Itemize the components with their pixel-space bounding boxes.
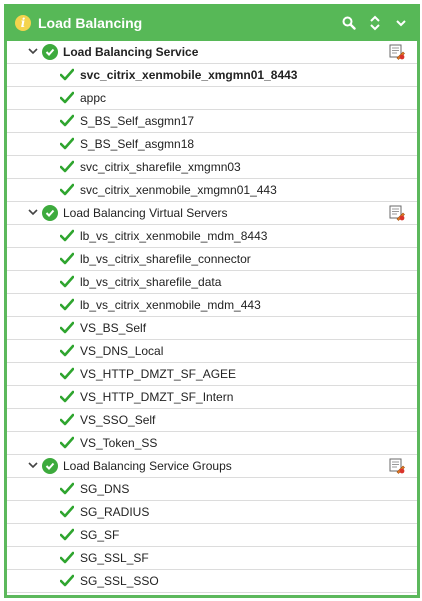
group-row[interactable]: Load Balancing Service Groups	[7, 455, 417, 478]
checkmark-icon	[59, 137, 75, 151]
list-item-label: SG_SF	[80, 528, 120, 542]
list-item[interactable]: VS_BS_Self	[7, 317, 417, 340]
list-item-label: S_BS_Self_asgmn18	[80, 137, 195, 151]
checkmark-icon	[59, 252, 75, 266]
list-item-label: VS_BS_Self	[80, 321, 147, 335]
group-label: Load Balancing Service Groups	[63, 459, 232, 473]
list-item[interactable]: lb_vs_citrix_xenmobile_mdm_443	[7, 294, 417, 317]
list-item-label: SG_SSL_SF	[80, 551, 149, 565]
list-item[interactable]: SG_DNS	[7, 478, 417, 501]
group-label: Load Balancing Virtual Servers	[63, 206, 228, 220]
list-item[interactable]: SG_RADIUS	[7, 501, 417, 524]
list-item-label: lb_vs_citrix_xenmobile_mdm_443	[80, 298, 261, 312]
list-item-label: SG_DNS	[80, 482, 130, 496]
list-item-label: VS_HTTP_DMZT_SF_AGEE	[80, 367, 237, 381]
edit-properties-icon[interactable]	[389, 458, 405, 474]
edit-properties-icon[interactable]	[389, 44, 405, 60]
list-item[interactable]: VS_SSO_Self	[7, 409, 417, 432]
collapse-expand-icon[interactable]	[366, 13, 384, 33]
chevron-down-icon[interactable]	[27, 459, 39, 471]
info-icon: i	[15, 14, 31, 31]
checkmark-icon	[59, 68, 75, 82]
list-item-label: SG_RADIUS	[80, 505, 150, 519]
list-item-label: SG_SSL_SSO	[80, 574, 159, 588]
list-item[interactable]: VS_Token_SS	[7, 432, 417, 455]
list-item-label: svc_citrix_xenmobile_xmgmn01_8443	[80, 68, 298, 82]
list-item[interactable]: lb_vs_citrix_sharefile_connector	[7, 248, 417, 271]
list-item[interactable]: SG_SSL_SSO	[7, 570, 417, 593]
list-item[interactable]: svc_citrix_xenmobile_xmgmn01_443	[7, 179, 417, 202]
edit-properties-icon[interactable]	[389, 205, 405, 221]
chevron-down-icon[interactable]	[27, 206, 39, 218]
list-item-label: svc_citrix_sharefile_xmgmn03	[80, 160, 241, 174]
list-item[interactable]: S_BS_Self_asgmn18	[7, 133, 417, 156]
checkmark-icon	[59, 528, 75, 542]
chevron-down-icon[interactable]	[392, 13, 410, 33]
checkmark-icon	[59, 574, 75, 588]
list-item-label: appc	[80, 91, 107, 105]
status-ok-icon	[42, 458, 58, 474]
checkmark-icon	[59, 344, 75, 358]
list-item-label: lb_vs_citrix_xenmobile_mdm_8443	[80, 229, 268, 243]
checkmark-icon	[59, 298, 75, 312]
list-item-label: VS_DNS_Local	[80, 344, 164, 358]
panel-header: i Load Balancing	[4, 4, 420, 41]
panel-title: Load Balancing	[38, 14, 143, 31]
list-item[interactable]: VS_DNS_Local	[7, 340, 417, 363]
list-item[interactable]: SG_SF	[7, 524, 417, 547]
checkmark-icon	[59, 390, 75, 404]
checkmark-icon	[59, 505, 75, 519]
status-ok-icon	[42, 205, 58, 221]
group-row[interactable]: Load Balancing Service	[7, 41, 417, 64]
load-balancing-tree: Load Balancing Service svc_citrix_xenmobi…	[7, 41, 417, 593]
group-row[interactable]: Load Balancing Virtual Servers	[7, 202, 417, 225]
checkmark-icon	[59, 275, 75, 289]
checkmark-icon	[59, 229, 75, 243]
status-ok-icon	[42, 44, 58, 60]
checkmark-icon	[59, 436, 75, 450]
list-item-label: S_BS_Self_asgmn17	[80, 114, 195, 128]
checkmark-icon	[59, 413, 75, 427]
checkmark-icon	[59, 160, 75, 174]
list-item[interactable]: appc	[7, 87, 417, 110]
list-item-label: VS_HTTP_DMZT_SF_Intern	[80, 390, 234, 404]
list-item-label: lb_vs_citrix_sharefile_connector	[80, 252, 251, 266]
checkmark-icon	[59, 114, 75, 128]
list-item-label: VS_Token_SS	[80, 436, 158, 450]
list-item[interactable]: lb_vs_citrix_sharefile_data	[7, 271, 417, 294]
group-label: Load Balancing Service	[63, 45, 199, 59]
checkmark-icon	[59, 367, 75, 381]
list-item[interactable]: svc_citrix_xenmobile_xmgmn01_8443	[7, 64, 417, 87]
list-item[interactable]: VS_HTTP_DMZT_SF_AGEE	[7, 363, 417, 386]
list-item-label: svc_citrix_xenmobile_xmgmn01_443	[80, 183, 277, 197]
checkmark-icon	[59, 91, 75, 105]
list-item[interactable]: S_BS_Self_asgmn17	[7, 110, 417, 133]
checkmark-icon	[59, 551, 75, 565]
search-icon[interactable]	[340, 13, 358, 33]
checkmark-icon	[59, 482, 75, 496]
chevron-down-icon[interactable]	[27, 45, 39, 57]
checkmark-icon	[59, 321, 75, 335]
checkmark-icon	[59, 183, 75, 197]
list-item[interactable]: svc_citrix_sharefile_xmgmn03	[7, 156, 417, 179]
list-item[interactable]: lb_vs_citrix_xenmobile_mdm_8443	[7, 225, 417, 248]
list-item-label: VS_SSO_Self	[80, 413, 156, 427]
list-item[interactable]: SG_SSL_SF	[7, 547, 417, 570]
list-item-label: lb_vs_citrix_sharefile_data	[80, 275, 222, 289]
list-item[interactable]: VS_HTTP_DMZT_SF_Intern	[7, 386, 417, 409]
